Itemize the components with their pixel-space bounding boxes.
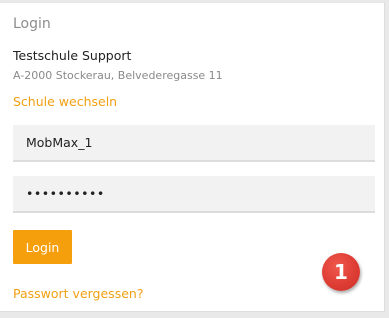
password-field[interactable] — [13, 176, 375, 213]
school-address: A-2000 Stockerau, Belvederegasse 11 — [13, 69, 223, 82]
switch-school-link[interactable]: Schule wechseln — [13, 94, 117, 109]
school-name: Testschule Support — [13, 48, 132, 63]
forgot-password-link[interactable]: Passwort vergessen? — [13, 286, 143, 301]
login-button[interactable]: Login — [13, 230, 72, 264]
step-number-badge: 1 — [322, 253, 360, 291]
username-field[interactable] — [13, 125, 375, 162]
login-title: Login — [13, 16, 51, 32]
